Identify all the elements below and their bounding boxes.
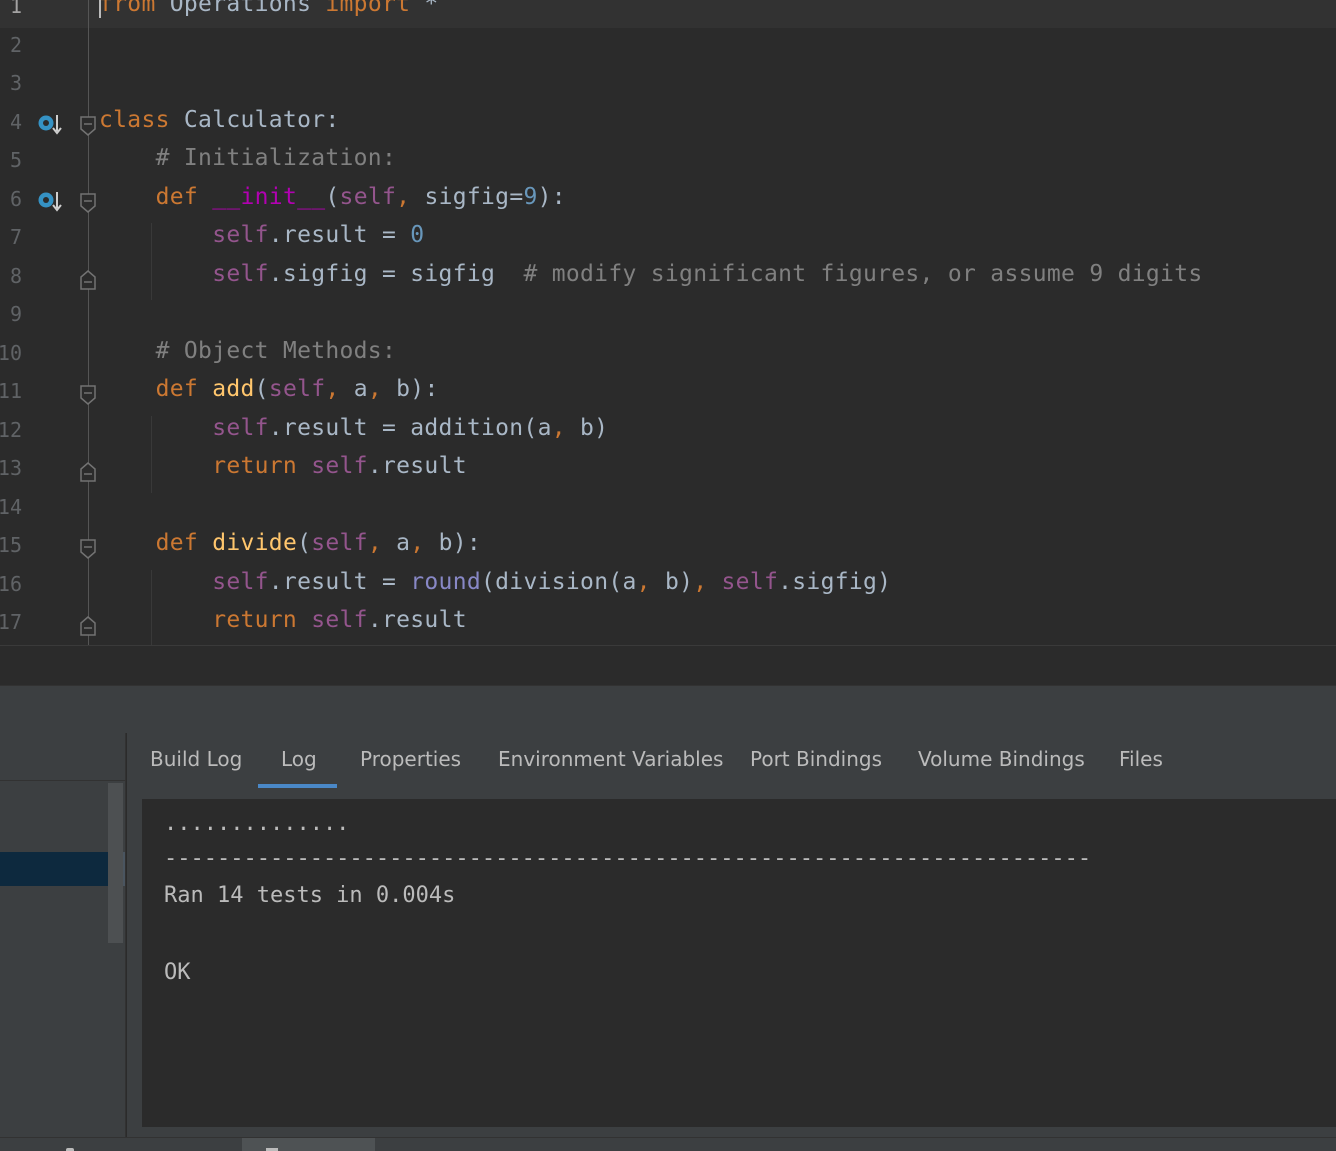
code-text[interactable]: def __init__(self, sigfig=9): [99, 184, 566, 210]
fold-collapse-icon[interactable] [79, 384, 97, 406]
log-line-summary: Ran 14 tests in 0.004s [164, 883, 456, 908]
fold-end-icon[interactable] [79, 461, 97, 483]
code-line[interactable]: 4 class Calculator: [0, 107, 1336, 146]
code-line[interactable]: 17 return self.result [0, 607, 1336, 645]
code-text[interactable]: self.result = round(division(a, b), self… [99, 569, 891, 595]
implemented-override-icon[interactable] [36, 188, 64, 216]
details-tab-bar: Build Log Log Properties Environment Var… [127, 733, 1336, 789]
line-number: 7 [9, 225, 22, 249]
code-text[interactable]: def divide(self, a, b): [99, 530, 481, 556]
log-line-dots: .............. [164, 811, 350, 836]
line-number: 17 [0, 610, 22, 634]
line-number: 12 [0, 417, 22, 442]
code-line[interactable]: 11 def add(self, a, b): [0, 376, 1336, 415]
line-number: 4 [9, 109, 22, 134]
code-text[interactable]: def add(self, a, b): [99, 376, 439, 402]
fold-collapse-icon[interactable] [79, 538, 97, 560]
code-text[interactable]: self.result = addition(a, b) [99, 415, 608, 441]
text-caret [99, 0, 101, 18]
line-number: 13 [0, 456, 22, 480]
code-line[interactable]: 8 self.sigfig = sigfig # modify signific… [0, 261, 1336, 300]
panel-splitter[interactable] [0, 645, 1336, 685]
fold-collapse-icon[interactable] [79, 192, 97, 214]
code-text[interactable]: self.sigfig = sigfig # modify significan… [99, 261, 1203, 287]
code-line[interactable]: 7 self.result = 0 [0, 222, 1336, 261]
line-number: 16 [0, 571, 22, 596]
line-number: 15 [0, 533, 22, 557]
bottom-tool-tab-active[interactable] [242, 1138, 375, 1151]
code-line[interactable]: 6 def __init__(self, sigfig=9): [0, 184, 1336, 223]
tab-environment-variables[interactable]: Environment Variables [498, 747, 723, 787]
code-line[interactable]: 3 [0, 69, 1336, 107]
services-tree-panel[interactable] [0, 733, 126, 1137]
services-toolbar [0, 685, 1336, 733]
log-line-status: OK [164, 960, 191, 985]
tab-log[interactable]: Log [281, 747, 317, 787]
code-text[interactable]: from Operations import * [99, 0, 439, 17]
log-line-separator: ----------------------------------------… [164, 846, 1092, 871]
code-line[interactable]: 13 return self.result [0, 453, 1336, 492]
code-line[interactable]: 14 [0, 493, 1336, 531]
implemented-override-icon[interactable] [36, 111, 64, 139]
fold-end-icon[interactable] [79, 615, 97, 637]
fold-end-icon[interactable] [79, 269, 97, 291]
code-text[interactable]: self.result = 0 [99, 222, 424, 248]
bottom-tool-strip [0, 1137, 1336, 1151]
code-text[interactable]: # Initialization: [99, 145, 396, 171]
code-text[interactable]: return self.result [99, 453, 467, 479]
indent-guide [151, 415, 152, 493]
code-line[interactable]: 9 [0, 300, 1336, 338]
code-editor[interactable]: 1 from Operations import * 2 3 4 class Calcul… [0, 0, 1336, 645]
line-number: 9 [9, 302, 22, 326]
code-text[interactable]: return self.result [99, 607, 467, 633]
indent-guide [151, 223, 152, 300]
services-tree-selected-item[interactable] [0, 852, 108, 886]
line-number: 11 [0, 379, 22, 403]
code-line[interactable]: 10 # Object Methods: [0, 338, 1336, 377]
tab-files[interactable]: Files [1119, 747, 1163, 787]
line-number: 2 [9, 32, 22, 57]
active-tab-indicator [258, 784, 337, 788]
tab-port-bindings[interactable]: Port Bindings [750, 747, 882, 787]
code-line[interactable]: 5 # Initialization: [0, 145, 1336, 184]
container-details-panel: Build Log Log Properties Environment Var… [127, 733, 1336, 1137]
code-line[interactable]: 15 def divide(self, a, b): [0, 530, 1336, 569]
code-text[interactable]: # Object Methods: [99, 338, 396, 364]
line-number: 6 [9, 186, 22, 211]
fold-collapse-icon[interactable] [79, 115, 97, 137]
line-number: 8 [9, 263, 22, 288]
tab-build-log[interactable]: Build Log [150, 747, 242, 787]
indent-guide [151, 569, 152, 645]
line-number: 10 [0, 340, 22, 365]
tab-properties[interactable]: Properties [360, 747, 461, 787]
log-output[interactable]: .............. -------------------------… [142, 799, 1336, 1127]
line-number: 14 [0, 494, 22, 519]
tab-volume-bindings[interactable]: Volume Bindings [918, 747, 1085, 787]
code-line[interactable]: 12 self.result = addition(a, b) [0, 415, 1336, 454]
code-line[interactable]: 16 self.result = round(division(a, b), s… [0, 569, 1336, 608]
code-text[interactable]: class Calculator: [99, 107, 340, 133]
code-line[interactable]: 1 from Operations import * [0, 0, 1336, 30]
line-number: 1 [9, 0, 22, 18]
services-tree-scrollbar[interactable] [108, 783, 123, 943]
code-line[interactable]: 2 [0, 31, 1336, 69]
line-number: 5 [9, 148, 22, 172]
line-number: 3 [9, 71, 22, 95]
services-tree-header [0, 733, 125, 781]
